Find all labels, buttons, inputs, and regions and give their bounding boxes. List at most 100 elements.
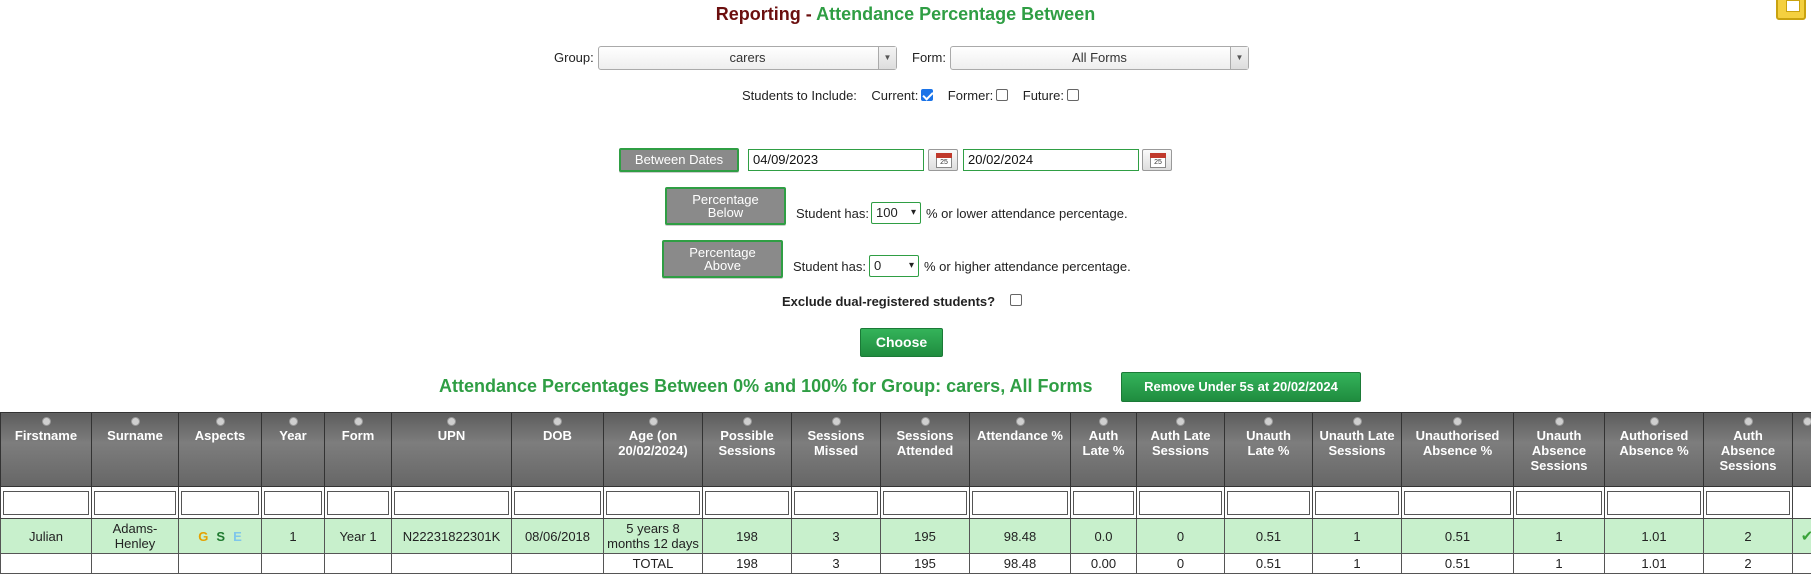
future-label: Future: [1022, 88, 1064, 103]
filter-input-unauth-late-sessions[interactable] [1315, 490, 1399, 515]
col-sessions-missed[interactable]: Sessions Missed [791, 412, 881, 487]
filter-cell [1703, 486, 1793, 519]
col-auth-late-pct[interactable]: Auth Late % [1070, 412, 1137, 487]
former-checkbox[interactable] [996, 89, 1009, 101]
sort-icon [447, 417, 456, 426]
percentage-below-button[interactable]: Percentage Below [665, 187, 786, 225]
filter-cell [1070, 486, 1137, 519]
aspect-e[interactable]: E [233, 529, 242, 544]
aspect-g[interactable]: G [198, 529, 208, 544]
filter-cell [261, 486, 325, 519]
total-empty [91, 553, 179, 574]
total-attendance-pct: 98.48 [969, 553, 1071, 574]
percentage-above-button[interactable]: Percentage Above [662, 240, 783, 278]
filter-cell [1604, 486, 1704, 519]
filter-input-unauth-absence-sessions[interactable] [1516, 490, 1602, 515]
start-calendar-button[interactable]: 25 [928, 149, 958, 171]
total-empty [324, 553, 392, 574]
below-percent-select[interactable]: 100 ▾ [871, 202, 921, 224]
total-auth-late-sessions: 0 [1136, 553, 1225, 574]
remove-under-5s-button[interactable]: Remove Under 5s at 20/02/2024 [1121, 372, 1361, 402]
col-unauth-absence-sessions[interactable]: Unauth Absence Sessions [1513, 412, 1605, 487]
filter-input-attendance[interactable] [972, 490, 1068, 515]
filter-input-attended[interactable] [883, 490, 967, 515]
col-dob[interactable]: DOB [511, 412, 604, 487]
filter-input-form[interactable] [327, 490, 389, 515]
aspect-s[interactable]: S [216, 529, 225, 544]
filter-input-surname[interactable] [94, 490, 176, 515]
title-main: Attendance Percentage Between [816, 4, 1096, 24]
sort-icon [1453, 417, 1462, 426]
col-upn[interactable]: UPN [391, 412, 512, 487]
results-title: Attendance Percentages Between 0% and 10… [439, 376, 1093, 396]
filter-input-unauth-late-pct[interactable] [1227, 490, 1310, 515]
total-unauth-absence-pct: 0.51 [1401, 553, 1514, 574]
form-select[interactable]: All Forms ▼ [950, 46, 1249, 70]
above-percent-select[interactable]: 0 ▾ [869, 255, 919, 277]
col-unauth-late-pct[interactable]: Unauth Late % [1224, 412, 1313, 487]
col-attendance-pct[interactable]: Attendance % [969, 412, 1071, 487]
col-unauth-absence-pct[interactable]: Unauthorised Absence % [1401, 412, 1514, 487]
cell-auth-absence-sessions: 2 [1703, 518, 1793, 554]
table-row[interactable]: Julian Adams- Henley GSE 1 Year 1 N222318… [0, 518, 1811, 554]
filter-input-firstname[interactable] [3, 490, 89, 515]
col-auth-late-sessions[interactable]: Auth Late Sessions [1136, 412, 1225, 487]
sort-icon [1649, 417, 1659, 426]
col-aspects[interactable]: Aspects [178, 412, 262, 487]
col-auth-absence-sessions[interactable]: Auth Absence Sessions [1703, 412, 1793, 487]
cell-select[interactable]: ✔ [1792, 518, 1811, 554]
col-sessions-attended[interactable]: Sessions Attended [880, 412, 970, 487]
filter-input-dob[interactable] [514, 490, 601, 515]
sort-icon [1099, 417, 1108, 426]
end-date-input[interactable]: 20/02/2024 [963, 149, 1139, 171]
sort-icon [742, 417, 752, 426]
choose-button[interactable]: Choose [860, 328, 943, 357]
col-year[interactable]: Year [261, 412, 325, 487]
filter-input-upn[interactable] [394, 490, 509, 515]
col-firstname[interactable]: Firstname [0, 412, 92, 487]
exclude-dual-checkbox[interactable] [1010, 294, 1022, 306]
col-form[interactable]: Form [324, 412, 392, 487]
cell-possible: 198 [702, 518, 792, 554]
filter-input-unauth-absence-pct[interactable] [1404, 490, 1511, 515]
filter-input-possible[interactable] [705, 490, 789, 515]
col-possible-sessions[interactable]: Possible Sessions [702, 412, 792, 487]
filter-input-auth-late-sessions[interactable] [1139, 490, 1222, 515]
filter-cell [603, 486, 703, 519]
filter-cell [1401, 486, 1514, 519]
folder-icon[interactable] [1776, 0, 1806, 20]
filter-input-auth-absence-sessions[interactable] [1706, 490, 1790, 515]
filter-cell [1513, 486, 1605, 519]
filter-input-year[interactable] [264, 490, 322, 515]
total-label: TOTAL [603, 553, 703, 574]
filter-cell [511, 486, 604, 519]
future-checkbox[interactable] [1066, 89, 1079, 101]
col-unauth-late-sessions[interactable]: Unauth Late Sessions [1312, 412, 1402, 487]
filter-input-auth-absence-pct[interactable] [1607, 490, 1701, 515]
col-select[interactable] [1792, 412, 1811, 487]
start-date-input[interactable]: 04/09/2023 [748, 149, 924, 171]
cell-age: 5 years 8 months 12 days [603, 518, 703, 554]
col-surname[interactable]: Surname [91, 412, 179, 487]
sort-icon [1264, 417, 1273, 426]
total-unauth-late-pct: 0.51 [1224, 553, 1313, 574]
filter-input-auth-late-pct[interactable] [1073, 490, 1134, 515]
filter-input-age[interactable] [606, 490, 700, 515]
between-dates-button[interactable]: Between Dates [619, 148, 739, 172]
cell-dob: 08/06/2018 [511, 518, 604, 554]
cell-unauth-absence-sessions: 1 [1513, 518, 1605, 554]
end-calendar-button[interactable]: 25 [1142, 149, 1172, 171]
col-auth-absence-pct[interactable]: Authorised Absence % [1604, 412, 1704, 487]
group-select[interactable]: carers ▼ [598, 46, 897, 70]
col-age[interactable]: Age (on 20/02/2024) [603, 412, 703, 487]
current-checkbox[interactable] [921, 89, 934, 101]
below-percent-value: 100 [876, 205, 898, 220]
sort-icon [1554, 417, 1564, 426]
filter-input-missed[interactable] [794, 490, 878, 515]
total-missed: 3 [791, 553, 881, 574]
filter-cell [969, 486, 1071, 519]
total-attended: 195 [880, 553, 970, 574]
sort-icon [41, 417, 51, 426]
filter-input-aspects[interactable] [181, 490, 259, 515]
filter-row [0, 486, 1811, 519]
